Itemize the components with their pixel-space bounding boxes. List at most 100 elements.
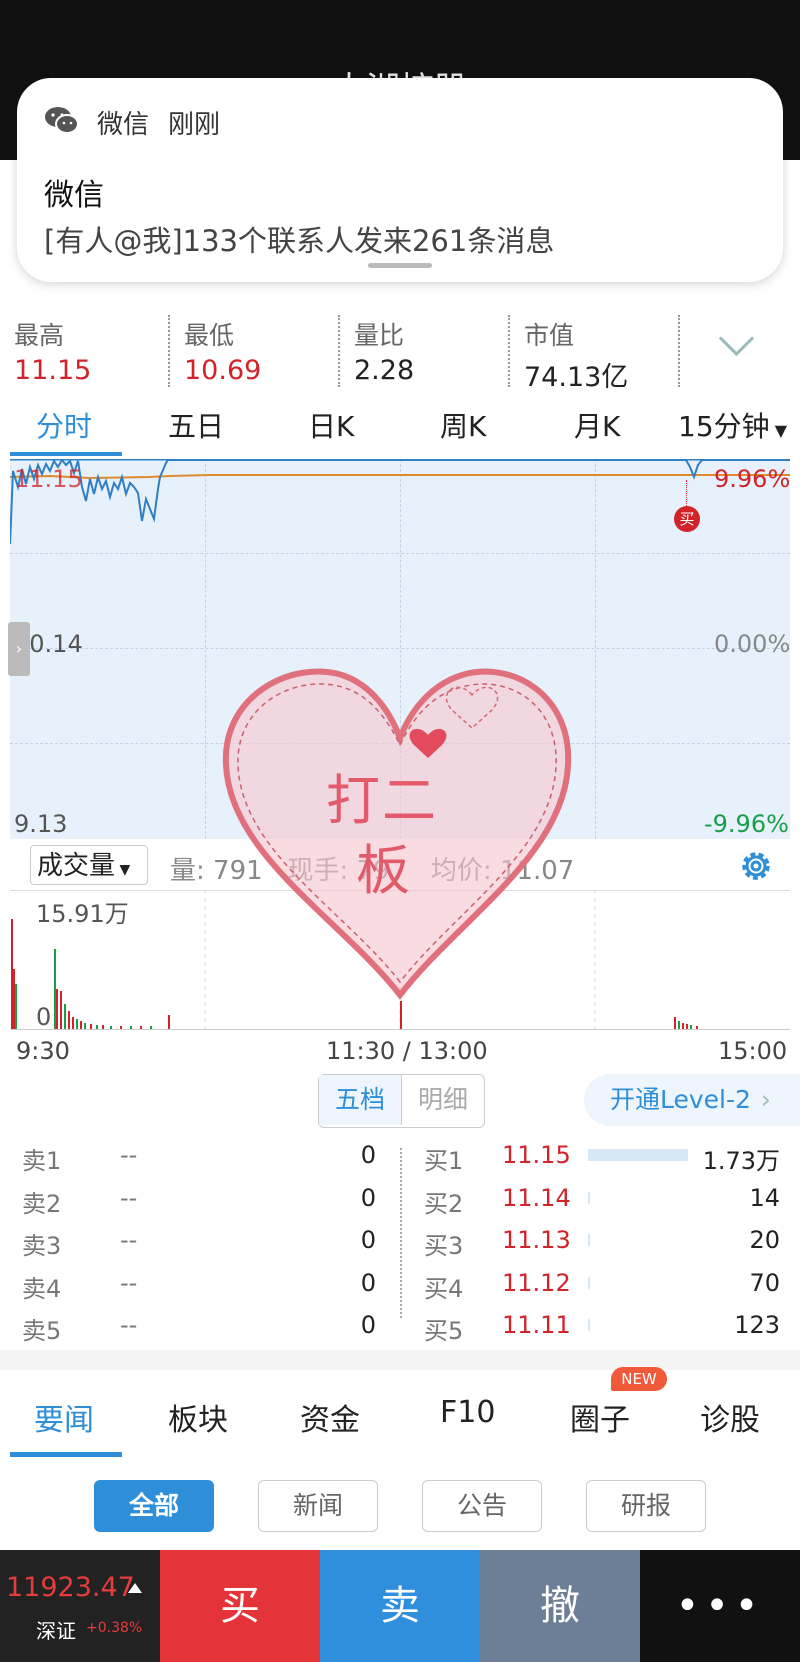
tab-f10[interactable]: F10 — [440, 1395, 495, 1430]
chevron-down-icon[interactable] — [718, 320, 755, 357]
bid-volume-bar — [588, 1234, 590, 1246]
bid-price: 11.13 — [502, 1226, 571, 1254]
index-value[interactable]: 11923.47 — [6, 1572, 135, 1603]
y-label-low: 9.13 — [14, 810, 68, 838]
volume-bar — [674, 1017, 676, 1029]
divider — [678, 315, 680, 387]
volume-bar — [682, 1023, 684, 1029]
stat-cap-value: 74.13亿 — [524, 362, 629, 393]
volume-bar — [60, 991, 62, 1029]
bid-price: 11.14 — [502, 1183, 571, 1212]
notification-app-name: 微信 — [97, 110, 150, 140]
volume-bar — [13, 969, 15, 1029]
volume-bar — [120, 1026, 122, 1029]
section-divider — [0, 1350, 800, 1370]
filter-research-chip[interactable]: 研报 — [586, 1480, 706, 1532]
tab-daily-k[interactable]: 日K — [308, 405, 354, 445]
notification-body: [有人@我]133个联系人发来261条消息 — [44, 224, 555, 258]
ask-label: 卖5 — [22, 1317, 62, 1345]
price-line — [10, 459, 790, 545]
divider — [508, 315, 510, 387]
buy-marker-icon[interactable]: 买 — [674, 506, 700, 532]
volume-bar — [678, 1021, 680, 1029]
volume-bar — [686, 1024, 688, 1029]
tab-intraday[interactable]: 分时 — [36, 405, 92, 445]
volume-bar — [110, 1026, 112, 1029]
tab-monthly-k[interactable]: 月K — [574, 405, 620, 445]
volume-indicator-select[interactable]: 成交量 ▼ — [30, 845, 148, 885]
volume-min-label: 0 — [36, 1003, 52, 1031]
tab-diagnosis[interactable]: 诊股 — [700, 1395, 760, 1439]
volume-bar — [64, 1004, 66, 1029]
y-label-high: 11.15 — [14, 465, 83, 493]
ask-label: 卖3 — [22, 1232, 62, 1260]
bid-label: 买1 — [424, 1147, 464, 1175]
ask-qty: 0 — [360, 1183, 376, 1212]
up-arrow-icon — [128, 1583, 142, 1593]
ask-label: 卖2 — [22, 1189, 62, 1218]
tab-sectors[interactable]: 板块 — [168, 1395, 228, 1439]
volume-bar — [690, 1025, 692, 1029]
bid-qty: 1.73万 — [702, 1147, 780, 1175]
ask-label: 卖4 — [22, 1274, 62, 1303]
chart-expand-handle[interactable]: › — [8, 622, 30, 676]
volume-bar — [72, 1017, 74, 1029]
segment-five-levels[interactable]: 五档 — [319, 1075, 401, 1125]
ask-qty: 0 — [360, 1141, 376, 1169]
ask-qty: 0 — [360, 1311, 376, 1339]
tab-active-indicator — [10, 452, 122, 456]
tab-15min[interactable]: 15分钟 ▼ — [678, 405, 787, 445]
tab-weekly-k[interactable]: 周K — [440, 405, 486, 445]
settings-gear-icon[interactable] — [737, 847, 775, 885]
volume-bar — [96, 1025, 98, 1029]
volume-bar — [56, 989, 58, 1029]
volume-bar — [168, 1015, 170, 1029]
stat-high-label: 最高 — [14, 321, 65, 350]
bid-qty: 20 — [749, 1226, 780, 1254]
time-close: 15:00 — [718, 1037, 788, 1065]
stat-low-value: 10.69 — [184, 355, 262, 386]
volume-bar — [11, 919, 13, 1029]
bid-price: 11.12 — [502, 1268, 571, 1297]
divider — [168, 315, 170, 387]
notification-title: 微信 — [44, 178, 104, 213]
filter-announce-chip[interactable]: 公告 — [422, 1480, 542, 1532]
filter-all-chip[interactable]: 全部 — [94, 1480, 214, 1532]
tab-funds[interactable]: 资金 — [300, 1395, 360, 1439]
volume-bar — [140, 1026, 142, 1029]
pct-label-low: -9.96% — [704, 810, 789, 838]
stat-low-label: 最低 — [184, 321, 235, 350]
volume-bar — [80, 1021, 82, 1029]
stat-ratio-label: 量比 — [354, 321, 405, 350]
bid-label: 买3 — [424, 1232, 464, 1260]
avg-price-line — [10, 474, 790, 480]
volume-bar — [15, 984, 17, 1029]
tab-headlines[interactable]: 要闻 — [34, 1395, 94, 1439]
more-button[interactable]: ••• — [640, 1550, 800, 1662]
level2-upgrade-button[interactable]: 开通Level-2 › — [584, 1074, 800, 1126]
orderbook-divider — [400, 1148, 402, 1318]
segment-details[interactable]: 明细 — [401, 1075, 484, 1125]
sell-button[interactable]: 卖 — [320, 1550, 480, 1662]
ask-price: -- — [120, 1226, 138, 1254]
volume-bar — [84, 1023, 86, 1029]
buy-button[interactable]: 买 — [160, 1550, 320, 1662]
bid-label: 买4 — [424, 1274, 464, 1303]
notification-handle[interactable] — [368, 263, 432, 268]
bid-volume-bar — [588, 1319, 590, 1331]
new-badge: NEW — [611, 1367, 667, 1391]
volume-bar — [76, 1019, 78, 1029]
ask-price: -- — [120, 1183, 138, 1212]
tab-five-day[interactable]: 五日 — [168, 405, 224, 445]
bid-volume-bar — [588, 1276, 590, 1289]
stat-cap-label: 市值 — [524, 321, 575, 350]
ask-price: -- — [120, 1311, 138, 1339]
index-name: 深证 — [36, 1619, 76, 1643]
tab-community[interactable]: 圈子 — [570, 1395, 630, 1439]
news-tab-indicator — [10, 1452, 122, 1457]
buy-marker-stem — [686, 480, 687, 506]
volume-bar — [90, 1024, 92, 1029]
cancel-order-button[interactable]: 撤 — [480, 1550, 640, 1662]
filter-news-chip[interactable]: 新闻 — [258, 1480, 378, 1532]
volume-bar — [696, 1026, 698, 1029]
